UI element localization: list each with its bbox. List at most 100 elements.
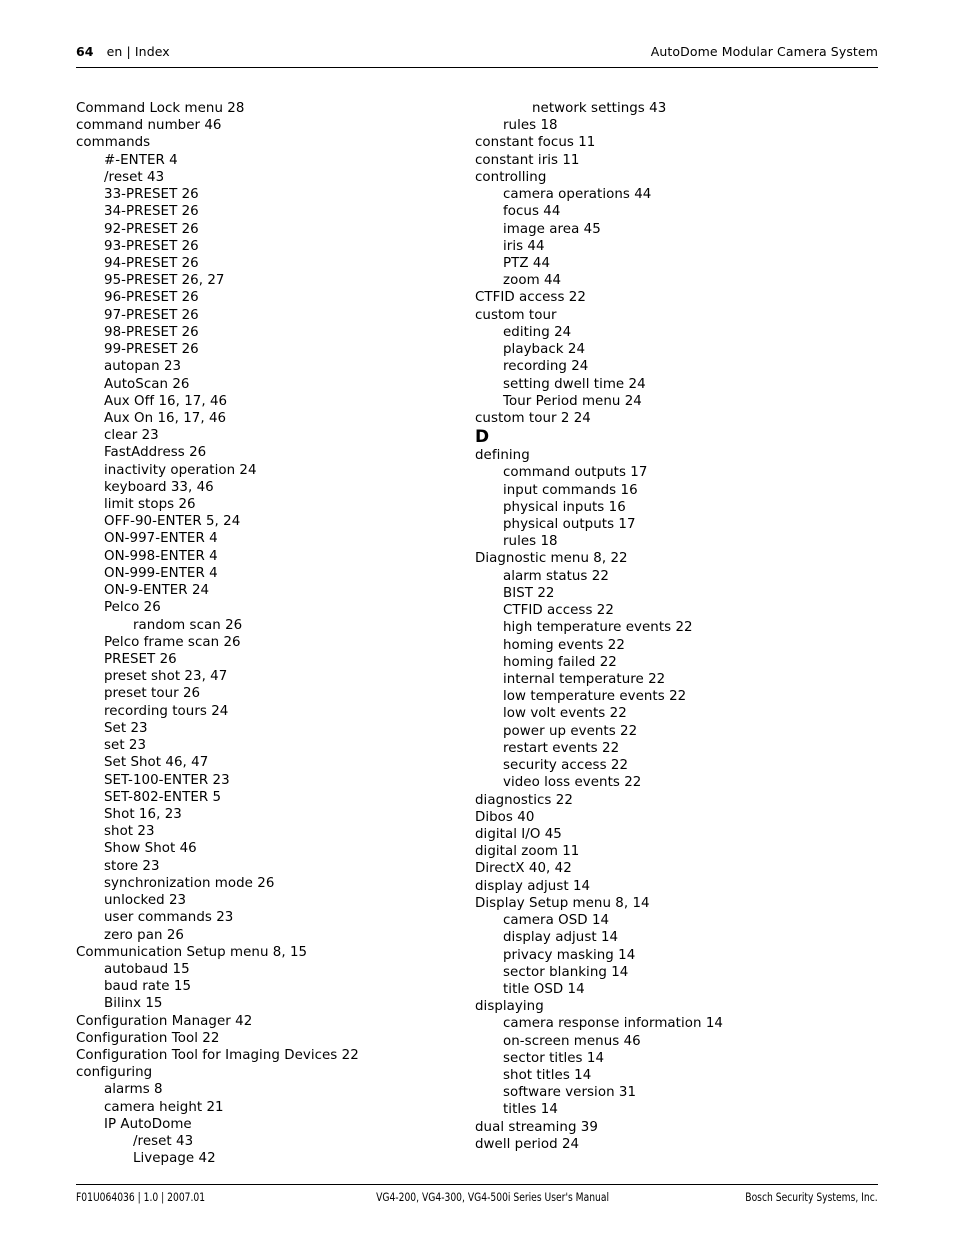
index-entry: playback 24 [503, 342, 586, 358]
index-entry: dual streaming 39 [475, 1119, 598, 1135]
index-entry: dwell period 24 [475, 1136, 580, 1152]
index-letter-heading: D [475, 427, 490, 448]
index-entry: baud rate 15 [104, 979, 192, 995]
index-entry: network settings 43 [532, 101, 667, 116]
index-entry: on-screen menus 46 [503, 1033, 641, 1049]
index-entry: alarms 8 [104, 1082, 163, 1098]
index-entry: Aux Off 16, 17, 46 [104, 393, 228, 409]
index-entry: rules 18 [503, 118, 558, 134]
index-entry: rules 18 [503, 534, 558, 550]
index-entry: preset tour 26 [104, 686, 201, 702]
index-entry: camera OSD 14 [503, 913, 610, 929]
index-entry: 98-PRESET 26 [104, 324, 199, 340]
index-entry: titles 14 [503, 1102, 558, 1118]
footer-document-id: F01U064036 | 1.0 | 2007.01 [76, 1190, 206, 1204]
index-entry: Command Lock menu 28 [76, 101, 245, 116]
index-entry: Livepage 42 [133, 1151, 216, 1167]
footer-inner: F01U064036 | 1.0 | 2007.01 VG4-200, VG4-… [76, 1189, 878, 1207]
index-entry: command outputs 17 [503, 465, 648, 481]
index-entry: Aux On 16, 17, 46 [104, 410, 227, 426]
index-entry: autobaud 15 [104, 961, 190, 977]
index-entry: user commands 23 [104, 910, 234, 926]
index-entry: iris 44 [503, 238, 545, 254]
header-locale-section: en | Index [106, 44, 170, 59]
index-entry: physical outputs 17 [503, 517, 636, 533]
index-entry: Show Shot 46 [104, 841, 197, 857]
page-number: 64 [76, 44, 94, 59]
index-entry: BIST 22 [503, 585, 555, 601]
index-entry: security access 22 [503, 758, 629, 774]
index-entry: #-ENTER 4 [104, 152, 178, 168]
footer-publisher: Bosch Security Systems, Inc. [745, 1190, 878, 1204]
index-entry: sector blanking 14 [503, 964, 629, 980]
index-entry: setting dwell time 24 [503, 376, 646, 392]
index-body: Command Lock menu 28 command number 46 com… [0, 100, 954, 1166]
index-entry: alarm status 22 [503, 568, 609, 584]
index-entry: ON-998-ENTER 4 [104, 548, 218, 564]
index-entry: Diagnostic menu 8, 22 [475, 551, 628, 567]
index-entry: high temperature events 22 [503, 620, 693, 636]
index-entry: shot 23 [104, 824, 155, 840]
index-entry: 92-PRESET 26 [104, 221, 199, 237]
index-entry: camera height 21 [104, 1099, 224, 1115]
index-entry: low temperature events 22 [503, 689, 687, 705]
index-entry: Configuration Manager 42 [76, 1013, 253, 1029]
index-entry: 33-PRESET 26 [104, 187, 199, 203]
index-entry: configuring [76, 1065, 153, 1081]
index-entry: Set Shot 46, 47 [104, 755, 209, 771]
index-entry: PRESET 26 [104, 652, 177, 667]
index-entry: 96-PRESET 26 [104, 290, 199, 306]
index-entry: diagnostics 22 [475, 792, 573, 808]
index-entry: CTFID access 22 [475, 290, 586, 306]
index-entry: recording tours 24 [104, 703, 229, 719]
index-entry: restart events 22 [503, 740, 620, 756]
index-entry: homing events 22 [503, 637, 625, 653]
index-entry: CTFID access 22 [503, 603, 614, 619]
index-entry: OFF-90-ENTER 5, 24 [104, 514, 241, 530]
index-entry: autopan 23 [104, 359, 182, 375]
index-entry: digital zoom 11 [475, 844, 580, 860]
index-entry: custom tour 2 24 [475, 410, 591, 426]
index-entry: physical inputs 16 [503, 499, 626, 515]
index-entry: ON-997-ENTER 4 [104, 531, 218, 547]
index-entry: ON-999-ENTER 4 [104, 565, 218, 581]
index-entry: internal temperature 22 [503, 672, 666, 687]
index-entry: random scan 26 [133, 617, 243, 633]
index-entry: 34-PRESET 26 [104, 204, 199, 220]
index-entry: controlling [475, 169, 547, 185]
index-entry: digital I/O 45 [475, 826, 562, 842]
running-footer: F01U064036 | 1.0 | 2007.01 VG4-200, VG4-… [76, 1189, 878, 1207]
index-entry: IP AutoDome [104, 1116, 192, 1132]
index-entry: zero pan 26 [104, 927, 184, 943]
index-entry: low volt events 22 [503, 706, 627, 722]
index-entry: display adjust 14 [503, 930, 619, 946]
index-entry: 94-PRESET 26 [104, 255, 199, 271]
index-entry: commands [76, 135, 151, 151]
index-entry: Display Setup menu 8, 14 [475, 895, 650, 911]
index-entry: title OSD 14 [503, 981, 585, 997]
index-entry: display adjust 14 [475, 878, 591, 894]
index-entry: unlocked 23 [104, 893, 187, 909]
index-entry: Pelco frame scan 26 [104, 634, 241, 650]
index-entry: PTZ 44 [503, 255, 551, 271]
index-entry: Configuration Tool 22 [76, 1030, 220, 1046]
index-entry: limit stops 26 [104, 497, 196, 513]
index-entry: video loss events 22 [503, 775, 642, 791]
index-entry: clear 23 [104, 428, 159, 444]
footer-manual-title: VG4-200, VG4-300, VG4-500i Series User's… [376, 1190, 610, 1204]
index-entry: preset shot 23, 47 [104, 669, 228, 685]
index-entry: synchronization mode 26 [104, 875, 275, 891]
index-entry: 95-PRESET 26, 27 [104, 273, 225, 289]
footer-divider-rule [76, 1184, 878, 1185]
index-entry: shot titles 14 [503, 1068, 592, 1084]
index-entry: command number 46 [76, 118, 222, 134]
index-entry: image area 45 [503, 221, 601, 237]
index-entry: Communication Setup menu 8, 15 [76, 944, 308, 960]
index-entry: SET-802-ENTER 5 [104, 789, 222, 805]
index-column-left: Command Lock menu 28 command number 46 com… [76, 100, 476, 1168]
index-entry: ON-9-ENTER 24 [104, 583, 210, 599]
index-entry: keyboard 33, 46 [104, 479, 214, 495]
document-page: 64 en | Index AutoDome Modular Camera Sy… [0, 0, 954, 1235]
index-entry: zoom 44 [503, 273, 562, 289]
index-column-right: network settings 43 rules 18 constant focu… [475, 100, 875, 1153]
